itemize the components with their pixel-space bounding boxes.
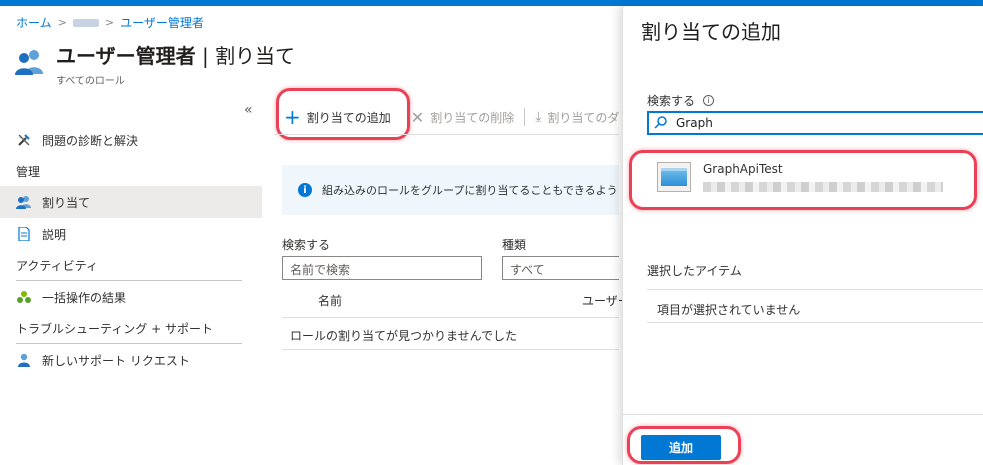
result-id-redacted xyxy=(703,182,943,192)
add-button[interactable]: 追加 xyxy=(641,435,721,460)
download-assignments-button[interactable]: ⤓ 割り当てのダ xyxy=(525,102,629,132)
sidebar-item-label: 新しいサポート リクエスト xyxy=(42,353,190,368)
document-icon xyxy=(16,226,32,242)
users-icon xyxy=(14,48,46,76)
divider xyxy=(623,414,983,415)
divider xyxy=(647,289,983,290)
support-person-icon xyxy=(16,352,32,368)
command-bar: + 割り当ての追加 ✕ 割り当ての削除 ⤓ 割り当てのダ xyxy=(274,100,629,134)
close-icon: ✕ xyxy=(410,107,425,127)
users-icon xyxy=(16,194,32,210)
page-subtitle: すべてのロール xyxy=(56,76,125,87)
search-input[interactable]: 名前で検索 xyxy=(282,256,482,280)
divider xyxy=(282,349,619,350)
empty-state-text: ロールの割り当てが見つかりませんでした xyxy=(290,329,518,343)
sidebar-section-manage: 管理 xyxy=(16,164,41,179)
result-name: GraphApiTest xyxy=(703,162,783,176)
panel-search-label: 検索する i xyxy=(647,92,715,109)
page-header: ユーザー管理者 | 割り当て すべてのロール xyxy=(14,42,295,87)
divider xyxy=(282,317,619,318)
sidebar-item-label: 一括操作の結果 xyxy=(42,290,127,305)
search-label: 検索する xyxy=(282,238,331,252)
selected-items-label: 選択したアイテム xyxy=(647,264,742,278)
breadcrumb-redacted[interactable] xyxy=(72,18,99,27)
bulk-operations-icon xyxy=(16,289,32,305)
sidebar-item-label: 問題の診断と解決 xyxy=(42,133,139,148)
chevron-right-icon: > xyxy=(57,16,67,29)
sidebar-item-description[interactable]: 説明 xyxy=(0,218,262,250)
sidebar-item-assignments[interactable]: 割り当て xyxy=(0,186,262,218)
sidebar-item-label: 割り当て xyxy=(42,195,91,210)
search-result-item[interactable]: GraphApiTest xyxy=(633,152,973,202)
selected-items-empty: 項目が選択されていません xyxy=(657,303,801,317)
sidebar-section-activity: アクティビティ xyxy=(16,258,98,273)
panel-search-input[interactable]: Graph xyxy=(647,111,983,135)
info-banner-text: 組み込みのロールをグループに割り当てることもできるようになりました xyxy=(322,184,619,197)
sidebar-item-bulk-results[interactable]: 一括操作の結果 xyxy=(0,281,262,313)
app-icon xyxy=(657,162,691,192)
sidebar-nav: 問題の診断と解決 管理 割り当て 説明 アクティビティ 一括操作の結果 トラブル… xyxy=(0,124,262,376)
divider xyxy=(647,322,983,323)
type-label: 種類 xyxy=(502,238,527,252)
plus-icon: + xyxy=(284,105,301,129)
info-icon: i xyxy=(298,183,312,197)
breadcrumb: ホーム > > ユーザー管理者 xyxy=(16,14,204,31)
column-header-name[interactable]: 名前 xyxy=(318,292,342,309)
collapse-sidebar-icon[interactable]: « xyxy=(244,102,253,118)
panel-title: 割り当ての追加 xyxy=(641,20,781,44)
sidebar-item-diagnose[interactable]: 問題の診断と解決 xyxy=(0,124,262,156)
divider xyxy=(274,134,619,135)
page-title: ユーザー管理者 | 割り当て xyxy=(56,44,296,68)
breadcrumb-home[interactable]: ホーム xyxy=(16,14,52,31)
type-select[interactable]: すべて xyxy=(502,256,619,280)
add-assignment-button[interactable]: + 割り当ての追加 xyxy=(274,102,401,132)
search-icon xyxy=(654,115,668,132)
add-assignment-panel: 割り当ての追加 検索する i Graph GraphApiTest 選択したアイ… xyxy=(622,6,983,465)
breadcrumb-current[interactable]: ユーザー管理者 xyxy=(120,14,204,31)
wrench-icon xyxy=(16,132,32,148)
remove-assignment-button[interactable]: ✕ 割り当ての削除 xyxy=(401,102,524,132)
sidebar-section-troubleshoot: トラブルシューティング + サポート xyxy=(16,321,213,336)
panel-search-value: Graph xyxy=(676,116,713,130)
info-icon[interactable]: i xyxy=(703,95,715,106)
sidebar-item-label: 説明 xyxy=(42,227,67,242)
download-icon: ⤓ xyxy=(535,109,542,125)
chevron-right-icon: > xyxy=(104,16,115,29)
sidebar-item-new-support[interactable]: 新しいサポート リクエスト xyxy=(0,344,262,376)
info-banner: i 組み込みのロールをグループに割り当てることもできるようになりました xyxy=(282,165,619,215)
